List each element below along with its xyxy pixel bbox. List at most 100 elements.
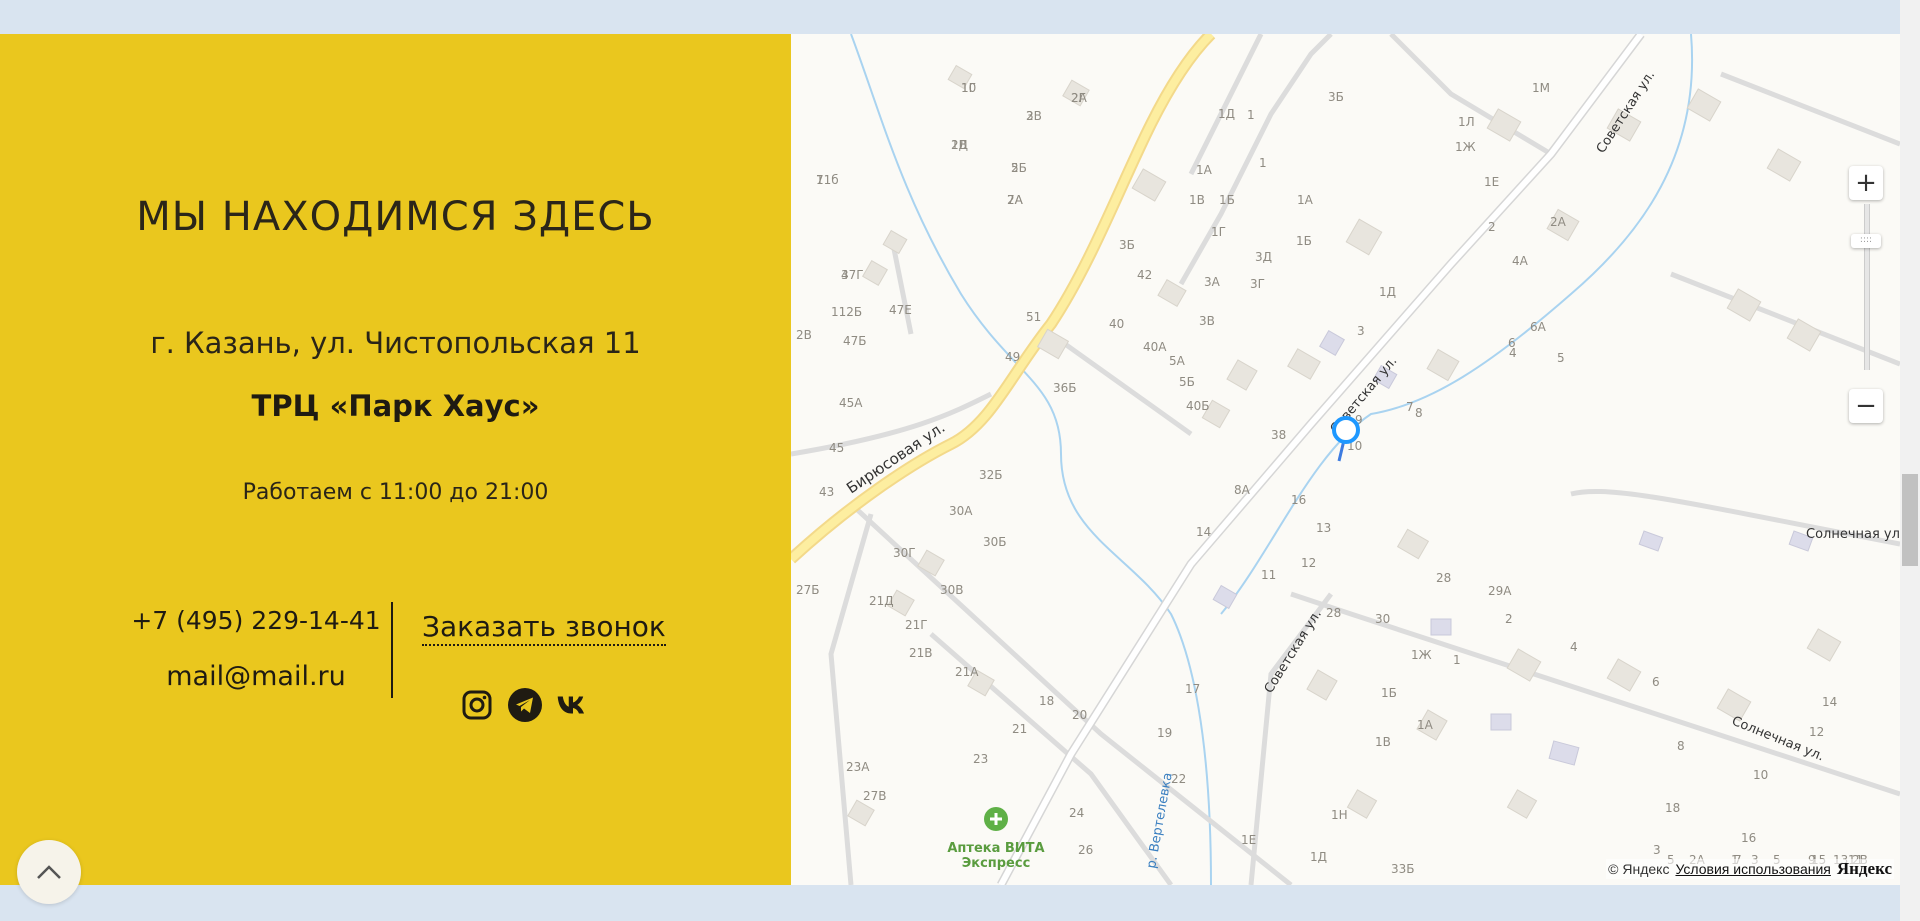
house-number-label: 1Е (1484, 175, 1499, 189)
house-number-label: 1Б (1381, 686, 1397, 700)
poi-label: Экспресс (962, 856, 1031, 871)
house-number-label: 1Б (1219, 193, 1235, 207)
zoom-in-button[interactable]: + (1849, 166, 1883, 200)
house-number-label: 1Д (1310, 850, 1327, 864)
house-number-label: 1Ж (1411, 648, 1432, 662)
house-number-label: 27В (863, 789, 887, 803)
yandex-map[interactable]: Бирюсовая ул. Советская ул. Советская ул… (791, 34, 1900, 885)
section-title: МЫ НАХОДИМСЯ ЗДЕСЬ (136, 194, 655, 240)
house-number-label: 11 (1261, 568, 1276, 582)
house-number-label: 3Б (1328, 90, 1344, 104)
house-number-label: 40Б (1186, 399, 1210, 413)
scrollbar-thumb[interactable] (1902, 474, 1918, 566)
phone-link[interactable]: +7 (495) 229-14-41 (130, 606, 382, 635)
house-number-label: 8А (1234, 483, 1251, 497)
house-number-label: 14 (1822, 695, 1837, 709)
location-section: МЫ НАХОДИМСЯ ЗДЕСЬ г. Казань, ул. Чистоп… (0, 34, 1900, 885)
house-number-label: 33Б (1391, 862, 1415, 876)
house-number-label: 1А (1417, 718, 1434, 732)
location-pin-icon[interactable] (1331, 416, 1363, 468)
zoom-slider-track[interactable] (1864, 204, 1870, 370)
house-number-label: 5Б (1179, 375, 1195, 389)
yandex-logo[interactable]: Яндекс (1837, 859, 1892, 879)
house-number-label: 1Д (1379, 285, 1396, 299)
house-number-label: 12 (1809, 725, 1824, 739)
house-number-label: 1А (1196, 163, 1213, 177)
zoom-slider-handle[interactable]: :::: (1851, 234, 1881, 248)
email-link[interactable]: mail@mail.ru (130, 661, 382, 692)
house-number-label: 1Г (1211, 225, 1226, 239)
house-number-label: 3Г (1250, 277, 1265, 291)
house-number-label: 30Г (893, 546, 916, 560)
house-number-label: 21В (909, 646, 933, 660)
house-number-label: 5 (1011, 161, 1019, 175)
house-number-label: 43 (819, 485, 834, 499)
house-number-label: 7 (1406, 400, 1414, 414)
page-scrollbar[interactable] (1900, 0, 1920, 921)
house-number-label: 30В (940, 583, 964, 597)
house-number-label: 21Г (905, 618, 928, 632)
house-number-label: 12 (1301, 556, 1316, 570)
callback-button[interactable]: Заказать звонок (422, 610, 666, 646)
house-number-label: 13 (1316, 521, 1331, 535)
house-number-label: 21 (1012, 722, 1027, 736)
vk-icon[interactable] (556, 688, 590, 722)
terms-link[interactable]: Условия использования (1675, 861, 1830, 877)
house-number-label: 3 (1653, 843, 1661, 857)
house-number-label: 112Б (831, 305, 862, 319)
house-number-label: 30А (949, 504, 973, 518)
house-number-label: 1 (1259, 156, 1267, 170)
river-label: р. Вертелевка (1144, 772, 1176, 870)
zoom-out-button[interactable]: − (1849, 389, 1883, 423)
house-number-label: 3Д (1255, 250, 1272, 264)
house-number-label: 3Б (1119, 238, 1135, 252)
telegram-icon[interactable] (508, 688, 542, 722)
house-number-label: 1Д (1218, 107, 1235, 121)
house-number-label: 45 (829, 441, 844, 455)
house-number-label: 6 (1508, 336, 1516, 350)
scroll-to-top-button[interactable] (17, 840, 81, 904)
house-number-label: 30Б (983, 535, 1007, 549)
street-label: Солнечная ул. (1806, 527, 1900, 542)
house-number-label: 3 (1357, 324, 1365, 338)
house-number-label: 21А (955, 665, 979, 679)
house-number-label: 8 (1677, 739, 1685, 753)
house-number-label: 47Б (843, 334, 867, 348)
house-number-label: 3 (841, 268, 849, 282)
house-number-label: 1Ж (1455, 140, 1476, 154)
house-number-label: 5 (1557, 351, 1565, 365)
map-copyright: © Яндекс Условия использования Яндекс (1606, 859, 1894, 879)
house-number-label: 14 (1196, 525, 1211, 539)
house-number-label: 30 (1375, 612, 1390, 626)
house-number-label: 1Л (1458, 115, 1475, 129)
house-number-label: 16 (1741, 831, 1756, 845)
house-number-label: 45А (839, 396, 863, 410)
house-number-label: 6А (1530, 320, 1547, 334)
poi-label: Аптека ВИТА (947, 841, 1044, 856)
house-number-label: 2В (951, 138, 967, 152)
social-links (460, 688, 590, 722)
street-label: Солнечная ул. (1730, 714, 1827, 765)
house-number-label: 32Б (979, 468, 1003, 482)
instagram-icon[interactable] (460, 688, 494, 722)
house-number-label: 42 (1137, 268, 1152, 282)
house-number-label: 7 (816, 173, 824, 187)
house-number-label: 17 (1185, 682, 1200, 696)
house-number-label: 20 (1072, 708, 1087, 722)
house-number-label: 21Д (869, 594, 894, 608)
house-number-label: 1М (1532, 81, 1550, 95)
house-number-label: 28 (1326, 606, 1341, 620)
house-number-label: 28 (1436, 571, 1451, 585)
house-number-label: 40А (1143, 340, 1167, 354)
house-number-label: 7А (1007, 193, 1024, 207)
house-number-label: 4 (1570, 640, 1578, 654)
house-number-label: 1Н (1331, 808, 1348, 822)
house-number-label: 40 (1109, 317, 1124, 331)
house-number-label: 10 (1753, 768, 1768, 782)
house-number-label: 8 (1415, 406, 1423, 420)
house-number-label: 1Б (1296, 234, 1312, 248)
house-number-label: 38 (1271, 428, 1286, 442)
house-number-label: 1В (1375, 735, 1391, 749)
house-number-label: 18 (1039, 694, 1054, 708)
house-number-label: 23 (973, 752, 988, 766)
